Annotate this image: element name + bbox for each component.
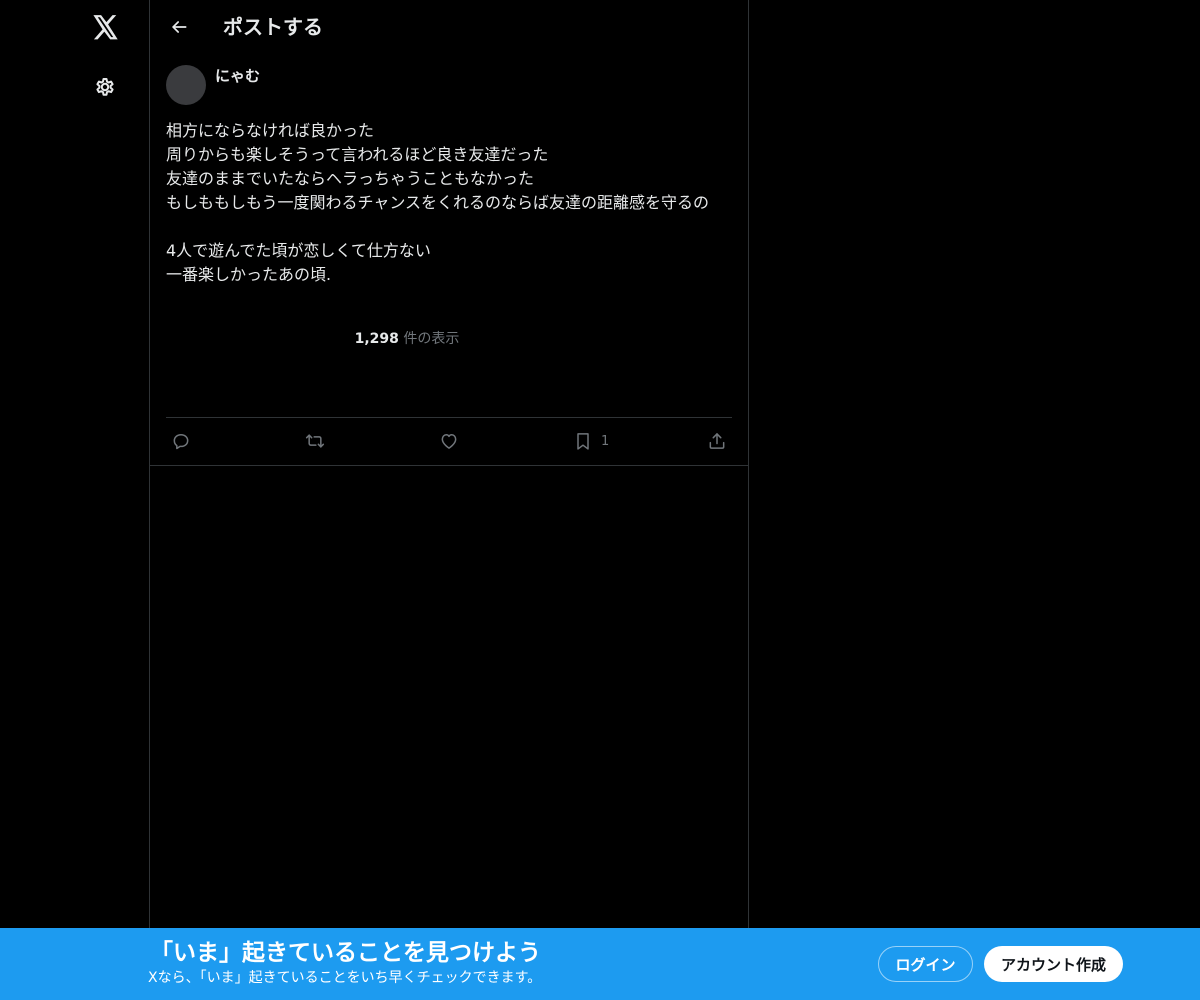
divider bbox=[150, 465, 748, 466]
post-text-line bbox=[166, 215, 732, 239]
arrow-left-icon bbox=[172, 21, 187, 33]
post-text-line: 周りからも楽しそうって言われるほど良き友達だった bbox=[166, 145, 549, 164]
bookmark-count: 1 bbox=[601, 433, 610, 449]
banner-subtitle: Xなら、「いま」起きていることをいち早くチェックできます。 bbox=[148, 970, 542, 986]
post-text-line: 4人で遊んでた頃が恋しくて仕方ない bbox=[166, 241, 431, 260]
divider bbox=[166, 417, 732, 418]
back-button[interactable] bbox=[162, 10, 196, 44]
reply-button[interactable] bbox=[171, 424, 191, 458]
repost-button[interactable] bbox=[305, 424, 325, 458]
left-nav bbox=[0, 0, 150, 1000]
page-title: ポストする bbox=[223, 15, 323, 39]
bookmark-button[interactable]: 1 bbox=[573, 424, 609, 458]
banner-title: 「いま」起きていることを見つけよう bbox=[150, 940, 541, 966]
post-text: 相方にならなければ良かった 周りからも楽しそうって言われるほど良き友達だった 友… bbox=[166, 119, 732, 287]
main-column: ポストする にゃむ 相方にならなければ良かった 周りからも楽しそうって言われるほ… bbox=[149, 0, 749, 1000]
heart-icon bbox=[441, 434, 457, 449]
share-button[interactable] bbox=[707, 424, 727, 458]
signup-button[interactable]: アカウント作成 bbox=[984, 946, 1123, 982]
post-text-line: 一番楽しかったあの頃. bbox=[166, 265, 332, 284]
view-count-number: 1,298 bbox=[354, 331, 399, 347]
gear-icon[interactable] bbox=[85, 67, 125, 107]
like-button[interactable] bbox=[439, 424, 459, 458]
share-icon bbox=[709, 433, 725, 449]
x-logo-icon[interactable] bbox=[85, 7, 125, 47]
repost-icon bbox=[305, 434, 325, 448]
post-text-line: 友達のままでいたならヘラっちゃうこともなかった bbox=[166, 169, 535, 188]
post-actions: 1 bbox=[166, 424, 732, 458]
view-count-label: 件の表示 bbox=[398, 331, 460, 347]
reply-icon bbox=[173, 434, 189, 450]
login-button[interactable]: ログイン bbox=[878, 946, 973, 982]
bookmark-icon bbox=[577, 433, 589, 450]
view-count: 1,298 件の表示 bbox=[150, 329, 664, 349]
author-name[interactable]: にゃむ bbox=[215, 66, 260, 86]
post-text-line: 相方にならなければ良かった bbox=[166, 121, 375, 140]
signup-banner: 「いま」起きていることを見つけよう Xなら、「いま」起きていることをいち早くチェ… bbox=[0, 928, 1200, 1000]
avatar[interactable] bbox=[166, 65, 206, 105]
post-text-line: もしももしもう一度関わるチャンスをくれるのならば友達の距離感を守るの bbox=[166, 193, 710, 212]
page-header: ポストする bbox=[150, 0, 748, 53]
